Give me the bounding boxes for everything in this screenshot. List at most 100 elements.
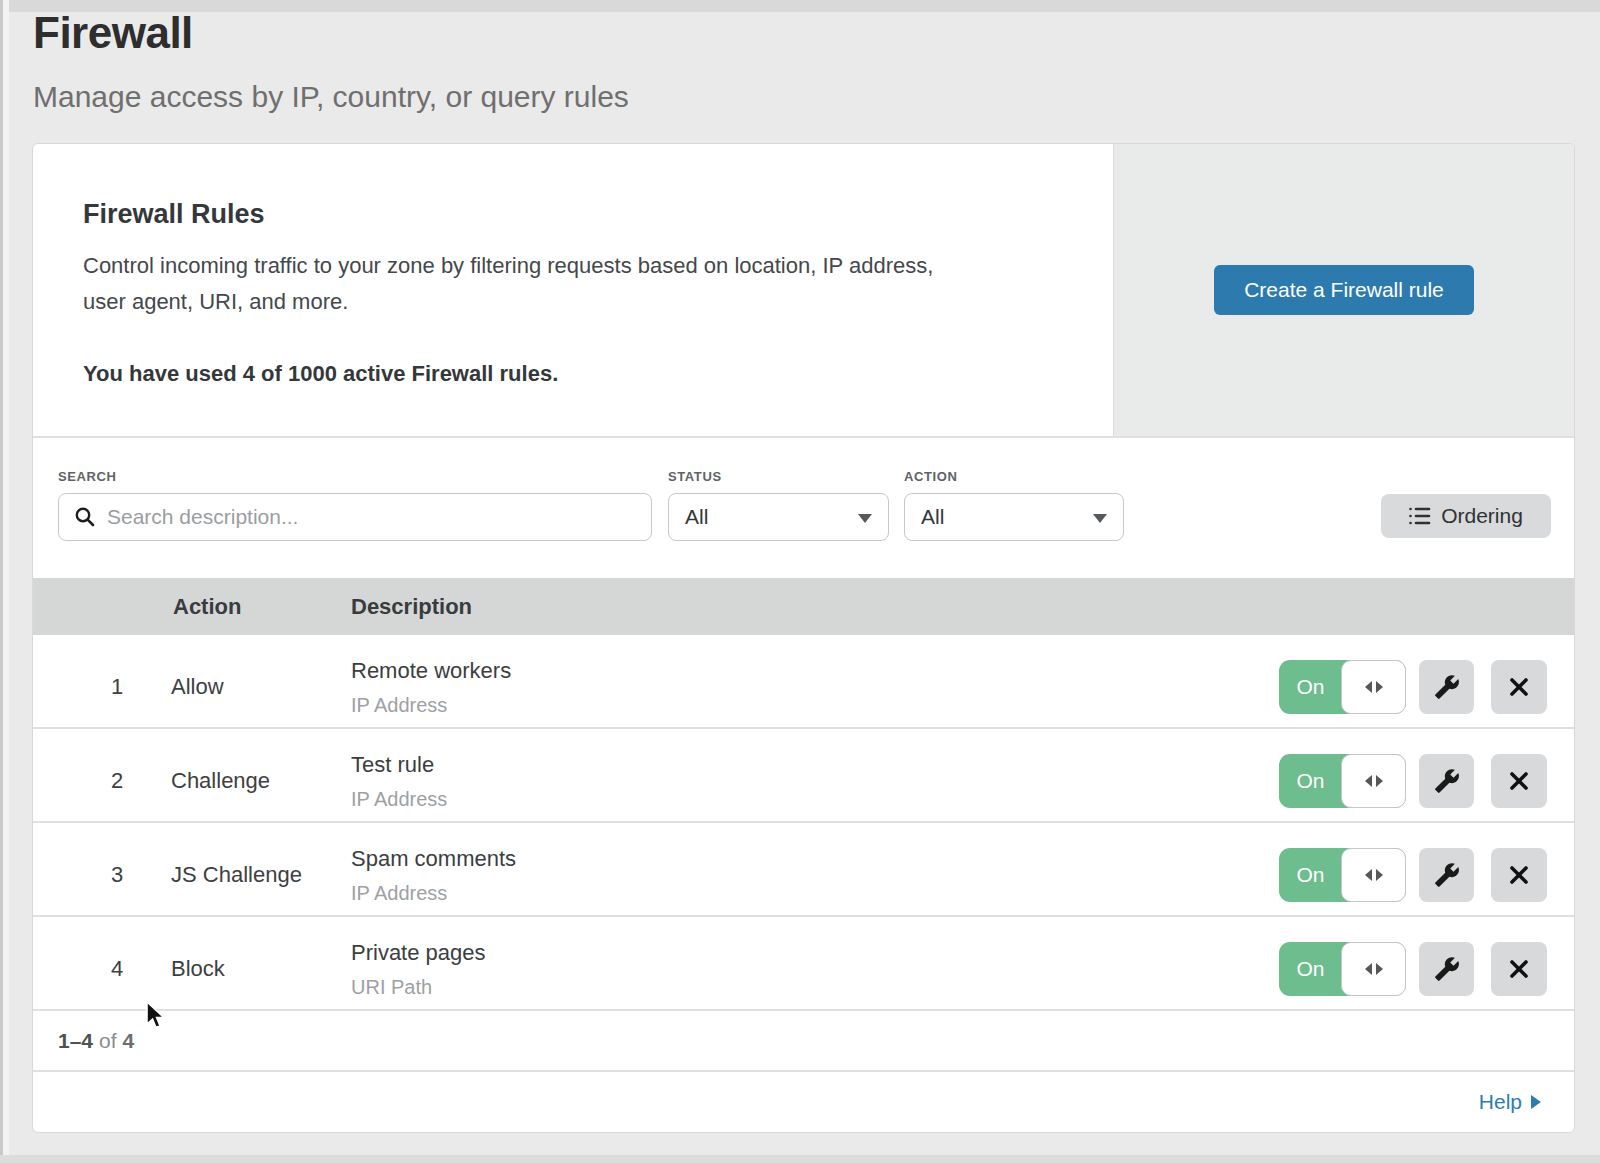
search-label: SEARCH	[58, 469, 117, 484]
delete-rule-button[interactable]	[1491, 754, 1547, 808]
rule-action: JS Challenge	[171, 862, 351, 888]
close-icon	[1508, 864, 1530, 886]
search-placeholder: Search description...	[107, 505, 298, 529]
window-edge-top	[0, 0, 1600, 12]
rule-number: 3	[33, 862, 171, 888]
toggle-on-label: On	[1279, 848, 1342, 902]
rule-controls: On	[1279, 754, 1574, 808]
delete-rule-button[interactable]	[1491, 942, 1547, 996]
toggle-handle[interactable]	[1341, 942, 1406, 996]
table-row: 3 JS Challenge Spam comments IP Address …	[33, 823, 1574, 917]
rule-controls: On	[1279, 848, 1574, 902]
edit-rule-button[interactable]	[1419, 942, 1474, 996]
rule-enabled-toggle[interactable]: On	[1279, 660, 1406, 714]
rule-action: Allow	[171, 674, 351, 700]
table-header: Action Description	[33, 578, 1574, 635]
toggle-on-label: On	[1279, 660, 1342, 714]
table-row: 4 Block Private pages URI Path On	[33, 917, 1574, 1011]
firewall-rules-card: Firewall Rules Control incoming traffic …	[32, 143, 1575, 1133]
pagination-range: 1–4	[58, 1029, 93, 1053]
card-header-info: Firewall Rules Control incoming traffic …	[33, 144, 1113, 436]
toggle-arrows-icon	[1376, 775, 1383, 787]
toggle-on-label: On	[1279, 754, 1342, 808]
card-footer: Help	[33, 1072, 1574, 1132]
rule-action: Challenge	[171, 768, 351, 794]
rule-match-type: IP Address	[351, 881, 1279, 905]
column-header-action: Action	[173, 578, 241, 635]
rule-number: 2	[33, 768, 171, 794]
wrench-icon	[1434, 768, 1460, 794]
rule-number: 4	[33, 956, 171, 982]
help-link[interactable]: Help	[1479, 1090, 1541, 1114]
status-label: STATUS	[668, 469, 722, 484]
card-header: Firewall Rules Control incoming traffic …	[33, 144, 1574, 438]
status-select[interactable]: All	[668, 493, 889, 541]
rule-description: Spam comments	[351, 846, 1279, 872]
rule-controls: On	[1279, 942, 1574, 996]
rule-description: Test rule	[351, 752, 1279, 778]
toggle-handle[interactable]	[1341, 848, 1406, 902]
rule-description-cell: Private pages URI Path	[351, 940, 1279, 999]
rule-description: Remote workers	[351, 658, 1279, 684]
rule-description-cell: Spam comments IP Address	[351, 846, 1279, 905]
rule-match-type: URI Path	[351, 975, 1279, 999]
toggle-arrows-icon	[1376, 963, 1383, 975]
edit-rule-button[interactable]	[1419, 754, 1474, 808]
pagination-count: 4	[123, 1029, 135, 1053]
delete-rule-button[interactable]	[1491, 660, 1547, 714]
section-description: Control incoming traffic to your zone by…	[83, 248, 948, 320]
window-edge-bottom	[0, 1155, 1600, 1163]
mouse-cursor	[144, 1000, 166, 1030]
ordering-button[interactable]: Ordering	[1381, 494, 1551, 538]
filter-bar: SEARCH Search description... STATUS All …	[33, 438, 1574, 578]
status-label-group: STATUS	[668, 469, 722, 484]
section-title: Firewall Rules	[83, 199, 1073, 230]
rule-description: Private pages	[351, 940, 1279, 966]
rule-match-type: IP Address	[351, 693, 1279, 717]
toggle-arrows-icon	[1376, 869, 1383, 881]
rule-action: Block	[171, 956, 351, 982]
column-header-description: Description	[351, 578, 472, 635]
search-label-group: SEARCH	[58, 469, 117, 484]
toggle-arrows-icon	[1365, 963, 1372, 975]
toggle-handle[interactable]	[1341, 754, 1406, 808]
help-arrow-icon	[1531, 1095, 1541, 1109]
action-label: ACTION	[904, 469, 957, 484]
rule-number: 1	[33, 674, 171, 700]
create-firewall-rule-button[interactable]: Create a Firewall rule	[1214, 265, 1474, 315]
rule-enabled-toggle[interactable]: On	[1279, 942, 1406, 996]
search-input[interactable]: Search description...	[58, 493, 652, 541]
edit-rule-button[interactable]	[1419, 660, 1474, 714]
pagination-bar: 1–4 of 4	[33, 1011, 1574, 1072]
action-label-group: ACTION	[904, 469, 957, 484]
close-icon	[1508, 770, 1530, 792]
toggle-arrows-icon	[1365, 681, 1372, 693]
status-select-value: All	[685, 505, 708, 529]
action-select-value: All	[921, 505, 944, 529]
delete-rule-button[interactable]	[1491, 848, 1547, 902]
toggle-on-label: On	[1279, 942, 1342, 996]
rule-enabled-toggle[interactable]: On	[1279, 754, 1406, 808]
toggle-arrows-icon	[1376, 681, 1383, 693]
table-row: 2 Challenge Test rule IP Address On	[33, 729, 1574, 823]
table-row: 1 Allow Remote workers IP Address On	[33, 635, 1574, 729]
edit-rule-button[interactable]	[1419, 848, 1474, 902]
action-select[interactable]: All	[904, 493, 1124, 541]
rule-description-cell: Test rule IP Address	[351, 752, 1279, 811]
wrench-icon	[1434, 956, 1460, 982]
rule-enabled-toggle[interactable]: On	[1279, 848, 1406, 902]
usage-summary: You have used 4 of 1000 active Firewall …	[83, 361, 1073, 387]
search-icon	[74, 506, 96, 528]
page-subtitle: Manage access by IP, country, or query r…	[33, 80, 629, 114]
toggle-handle[interactable]	[1341, 660, 1406, 714]
chevron-down-icon	[858, 514, 872, 523]
rule-match-type: IP Address	[351, 787, 1279, 811]
pagination-of: of	[99, 1029, 117, 1053]
rule-controls: On	[1279, 660, 1574, 714]
table-body: 1 Allow Remote workers IP Address On 2 C…	[33, 635, 1574, 1011]
page-title: Firewall	[33, 8, 193, 58]
wrench-icon	[1434, 862, 1460, 888]
close-icon	[1508, 958, 1530, 980]
card-header-panel: Create a Firewall rule	[1113, 144, 1574, 436]
window-edge-left-highlight	[3, 0, 9, 1163]
